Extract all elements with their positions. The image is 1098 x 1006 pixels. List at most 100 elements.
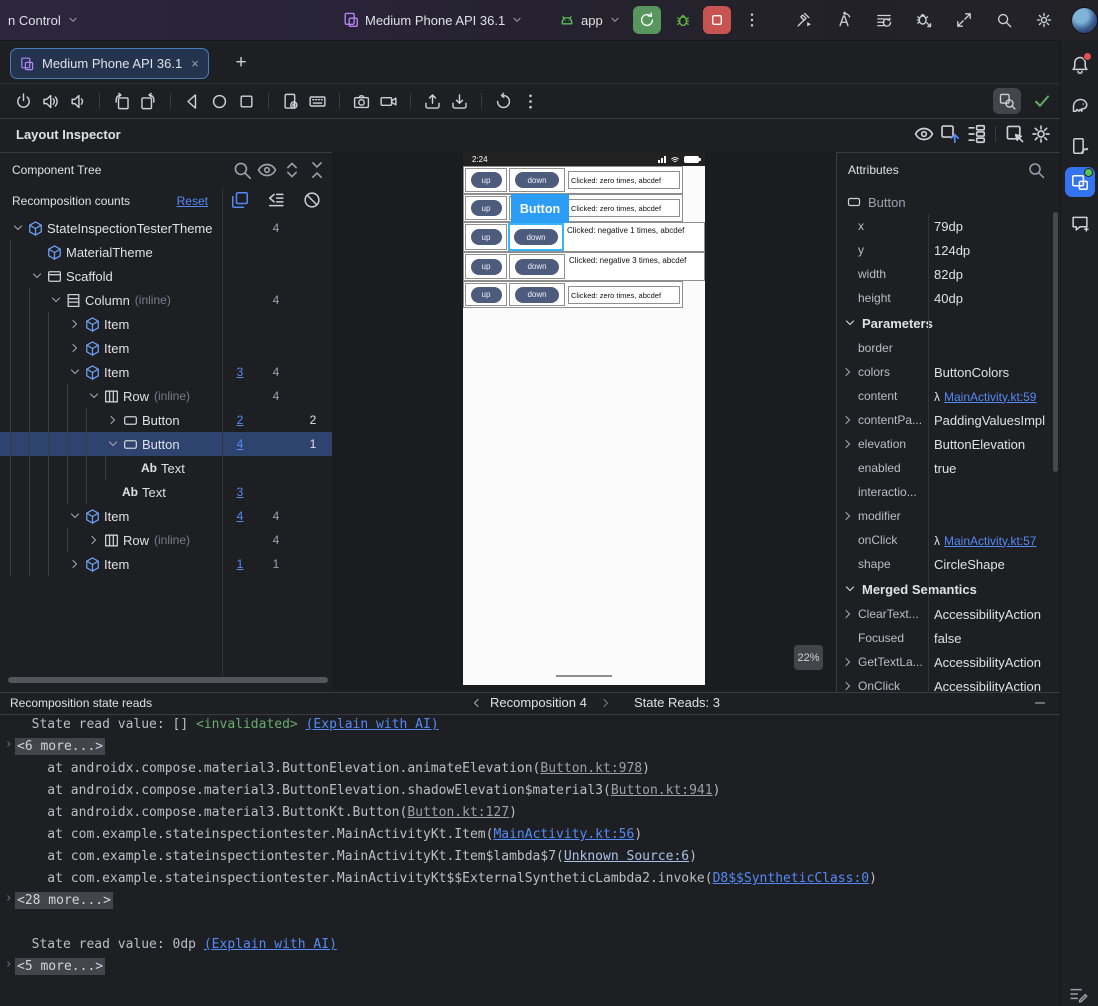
down-button[interactable]: down — [514, 229, 558, 245]
clicked-text-field[interactable]: Clicked: zero times, abcdef — [568, 286, 680, 304]
section-parameters[interactable]: Parameters — [836, 310, 1060, 336]
clicked-text-field[interactable]: Clicked: zero times, abcdef — [568, 171, 680, 189]
tree-row-item[interactable]: Item 4 4 — [0, 504, 332, 528]
down-button[interactable]: down — [515, 258, 559, 275]
attribute-row-onClick[interactable]: onClick λ MainActivity.kt:57 — [836, 528, 1060, 552]
search-icon[interactable] — [231, 159, 253, 181]
overview-icon[interactable] — [237, 92, 256, 111]
recomposition-count-link[interactable]: 3 — [237, 365, 244, 379]
chevron-right-icon[interactable] — [105, 412, 121, 428]
highlight-recomposition-icon[interactable] — [230, 190, 250, 210]
close-tab-icon[interactable]: × — [191, 56, 199, 71]
device-selector[interactable]: Medium Phone API 36.1 — [342, 0, 524, 40]
collapsed-frames[interactable]: <28 more...> — [15, 892, 113, 909]
attribute-row-width[interactable]: width 82dp — [836, 262, 1060, 286]
eye-icon[interactable] — [913, 123, 935, 145]
library-source-link[interactable]: Button.kt:127 — [407, 805, 509, 820]
screen-record-icon[interactable] — [379, 92, 398, 111]
chevron-right-icon[interactable] — [840, 364, 856, 380]
attribute-row-enabled[interactable]: enabled true — [836, 456, 1060, 480]
attribute-row-border[interactable]: border — [836, 336, 1060, 360]
reset-counts-link[interactable]: Reset — [177, 194, 208, 208]
up-button[interactable]: up — [470, 286, 502, 303]
back-icon[interactable] — [183, 92, 202, 111]
chevron-down-icon[interactable] — [48, 292, 64, 308]
tree-row-materialtheme[interactable]: MaterialTheme — [0, 240, 332, 264]
chevron-right-icon[interactable] — [840, 606, 856, 622]
attribute-row-height[interactable]: height 40dp — [836, 286, 1060, 310]
tool-window-device-manager[interactable] — [1065, 131, 1095, 161]
chevron-down-icon[interactable] — [67, 508, 83, 524]
recomposition-count-link[interactable]: 4 — [237, 437, 244, 451]
attribute-row-y[interactable]: y 124dp — [836, 238, 1060, 262]
ai-or-source-link[interactable]: (Explain with AI) — [306, 717, 439, 732]
attribute-row-ClearText[interactable]: ClearText... AccessibilityAction — [836, 602, 1060, 626]
tree-row-text[interactable]: Ab Text — [0, 456, 332, 480]
attribute-row-Focused[interactable]: Focused false — [836, 626, 1060, 650]
device-screen[interactable]: 2:24 up down Clicked: zero times, abcdef… — [463, 152, 705, 685]
previous-recomposition-icon[interactable] — [468, 695, 484, 711]
source-link[interactable]: MainActivity.kt:57 — [944, 534, 1036, 548]
chevron-right-icon[interactable] — [840, 436, 856, 452]
next-recomposition-icon[interactable] — [598, 695, 614, 711]
rerun-button[interactable] — [633, 6, 661, 34]
down-button[interactable]: down — [515, 172, 559, 188]
snapshot-restore-icon[interactable] — [494, 92, 513, 111]
select-component-icon[interactable] — [1004, 123, 1026, 145]
section-merged-semantics[interactable]: Merged Semantics — [836, 576, 1060, 602]
more-icon[interactable] — [521, 92, 540, 111]
attribute-row-content[interactable]: content λ MainActivity.kt:59 — [836, 384, 1060, 408]
attribute-row-colors[interactable]: colors ButtonColors — [836, 360, 1060, 384]
collapsed-frames[interactable]: <6 more...> — [15, 738, 106, 755]
up-button[interactable]: up — [470, 172, 502, 188]
refactor-button[interactable] — [832, 8, 856, 32]
recomposition-count-link[interactable]: 1 — [237, 557, 244, 571]
attribute-row-elevation[interactable]: elevation ButtonElevation — [836, 432, 1060, 456]
down-button[interactable]: down — [515, 286, 559, 303]
new-tab-button[interactable]: + — [230, 52, 252, 74]
debug-button[interactable] — [669, 6, 697, 34]
tree-row-button[interactable]: Button 4 1 — [0, 432, 332, 456]
device-settings-icon[interactable] — [281, 92, 300, 111]
chevron-right-icon[interactable] — [840, 654, 856, 670]
tree-row-item[interactable]: Item — [0, 312, 332, 336]
source-link[interactable]: MainActivity.kt:59 — [944, 390, 1036, 404]
run-configuration[interactable]: app — [558, 0, 622, 40]
settings-icon[interactable] — [1030, 123, 1052, 145]
tool-window-notifications[interactable] — [1065, 50, 1095, 80]
chevron-right-icon[interactable] — [840, 508, 856, 524]
layout-inspector-toggle[interactable] — [993, 88, 1021, 114]
attribute-row-OnClick[interactable]: OnClick AccessibilityAction — [836, 674, 1060, 692]
skip-counts-icon[interactable] — [266, 190, 286, 210]
attribute-row-interactio[interactable]: interactio... — [836, 480, 1060, 504]
search-icon[interactable] — [1026, 160, 1046, 180]
rotate-right-icon[interactable] — [139, 92, 158, 111]
chevron-right-icon[interactable] — [67, 316, 83, 332]
tree-row-button[interactable]: Button 2 2 — [0, 408, 332, 432]
expand-all-icon[interactable] — [281, 159, 303, 181]
volume-up-icon[interactable] — [41, 92, 60, 111]
attribute-row-x[interactable]: x 79dp — [836, 214, 1060, 238]
volume-down-icon[interactable] — [68, 92, 87, 111]
recomposition-count-link[interactable]: 2 — [237, 413, 244, 427]
sync-button[interactable] — [872, 8, 896, 32]
minimize-icon[interactable] — [1032, 695, 1048, 711]
device-tab[interactable]: Medium Phone API 36.1 × — [10, 48, 209, 79]
version-control-menu[interactable]: n Control — [8, 0, 80, 40]
tool-window-gradle[interactable] — [1065, 91, 1095, 121]
up-button[interactable]: up — [470, 229, 502, 245]
library-source-link[interactable]: Button.kt:978 — [540, 761, 642, 776]
power-icon[interactable] — [14, 92, 33, 111]
editor-config-icon[interactable] — [1068, 984, 1088, 1004]
chevron-down-icon[interactable] — [86, 388, 102, 404]
rotate-left-icon[interactable] — [112, 92, 131, 111]
recomposition-count-link[interactable]: 3 — [237, 485, 244, 499]
tree-row-text[interactable]: Ab Text 3 — [0, 480, 332, 504]
attribute-row-GetTextLa[interactable]: GetTextLa... AccessibilityAction — [836, 650, 1060, 674]
ai-or-source-link[interactable]: (Explain with AI) — [204, 937, 337, 952]
source-link[interactable]: Unknown Source:6 — [564, 849, 689, 864]
screenshot-icon[interactable] — [352, 92, 371, 111]
chevron-down-icon[interactable] — [105, 436, 121, 452]
chevron-down-icon[interactable] — [67, 364, 83, 380]
keyboard-icon[interactable] — [308, 92, 327, 111]
